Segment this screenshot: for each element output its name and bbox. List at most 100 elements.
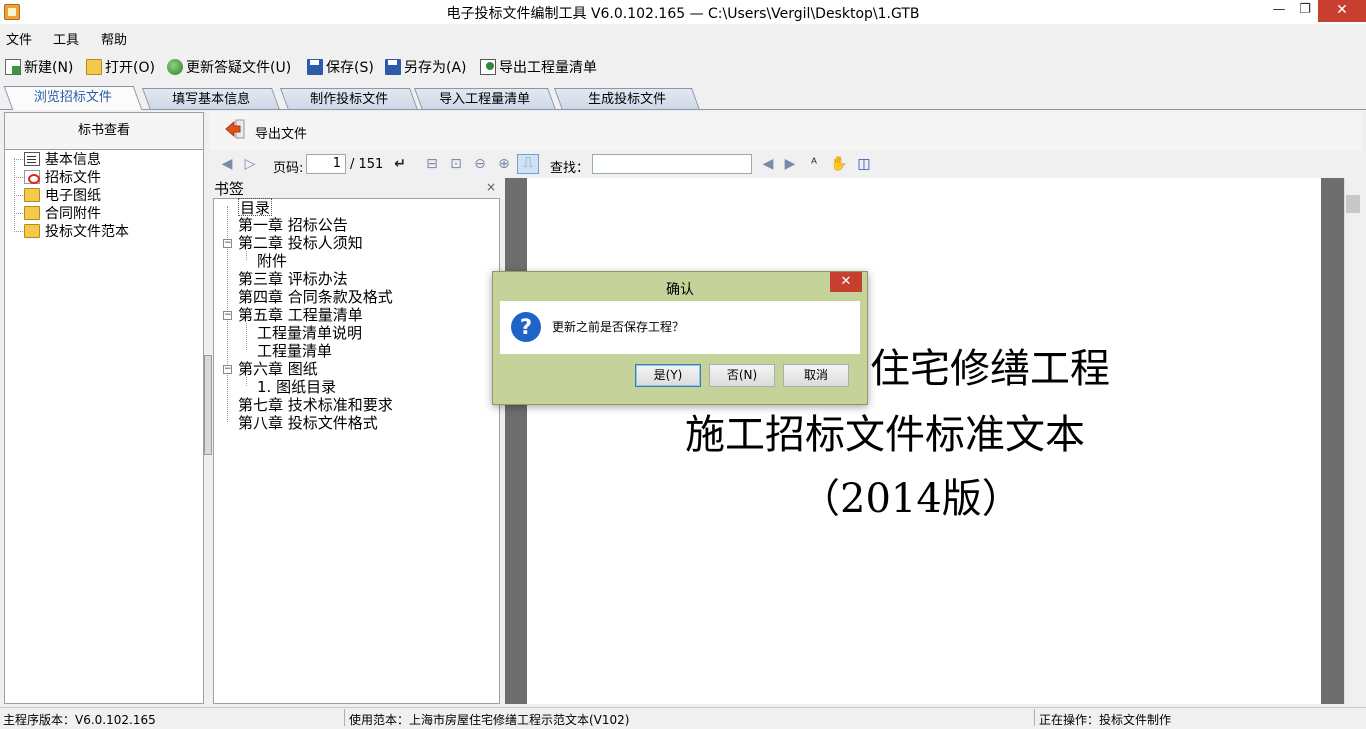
find-previous-icon[interactable]: ◀ bbox=[760, 156, 776, 172]
tab-basic-info[interactable]: 填写基本信息 bbox=[141, 88, 281, 110]
globe-refresh-icon bbox=[167, 59, 183, 75]
fit-page-icon[interactable]: ⊡ bbox=[448, 156, 464, 172]
find-input[interactable] bbox=[592, 154, 752, 174]
left-panel-header: 标书查看 bbox=[4, 112, 204, 150]
scrollbar-thumb[interactable] bbox=[1346, 195, 1360, 213]
find-label: 查找： bbox=[550, 161, 590, 176]
fit-width-icon[interactable]: ⊟ bbox=[424, 156, 440, 172]
tree-item-label: 招标文件 bbox=[45, 170, 101, 186]
split-view-icon[interactable]: ◫ bbox=[856, 156, 872, 172]
collapse-icon[interactable]: − bbox=[223, 311, 232, 320]
bookmark-item[interactable]: 第三章 评标办法 bbox=[238, 270, 348, 288]
window-title: 电子投标文件编制工具 V6.0.102.165 — C:\Users\Vergi… bbox=[446, 6, 920, 22]
bookmark-item[interactable]: 工程量清单 bbox=[257, 342, 332, 360]
bookmark-item[interactable]: 第七章 技术标准和要求 bbox=[238, 396, 393, 414]
no-button[interactable]: 否(N) bbox=[709, 364, 775, 387]
bookmark-close-button[interactable]: × bbox=[486, 180, 496, 194]
tab-generate-bid[interactable]: 生成投标文件 bbox=[553, 88, 701, 110]
dialog-close-button[interactable]: ✕ bbox=[830, 272, 862, 292]
export-file-button[interactable]: 导出文件 bbox=[255, 123, 307, 142]
maximize-button[interactable]: ❐ bbox=[1290, 0, 1320, 22]
bookmark-item[interactable]: 1. 图纸目录 bbox=[257, 378, 336, 396]
question-icon: ? bbox=[511, 312, 541, 342]
bookmark-panel-toggle-icon[interactable]: ⎍ bbox=[517, 154, 539, 174]
export-sheet-icon bbox=[480, 59, 496, 75]
close-window-button[interactable]: ✕ bbox=[1318, 0, 1366, 22]
menu-tools[interactable]: 工具 bbox=[53, 29, 79, 48]
tree-item-tender-file[interactable]: 招标文件 bbox=[24, 168, 101, 186]
menu-file[interactable]: 文件 bbox=[6, 29, 32, 48]
tree-guide bbox=[246, 323, 247, 350]
tree-guide bbox=[246, 251, 247, 260]
find-next-icon[interactable]: ▶ bbox=[782, 156, 798, 172]
save-button[interactable]: 保存(S) bbox=[307, 56, 374, 78]
save-label: 保存(S) bbox=[326, 60, 374, 76]
doc-title-line1: 屋住宅修缮工程 bbox=[830, 346, 1110, 392]
new-button[interactable]: 新建(N) bbox=[5, 56, 73, 78]
folder-icon bbox=[24, 224, 40, 238]
floppy-disk-icon bbox=[307, 59, 323, 75]
tree-guide bbox=[14, 231, 23, 232]
new-label: 新建(N) bbox=[24, 60, 74, 76]
tab-import-bill[interactable]: 导入工程量清单 bbox=[413, 88, 557, 110]
bookmark-item[interactable]: 工程量清单说明 bbox=[257, 324, 362, 342]
hand-tool-icon[interactable]: ✋ bbox=[830, 156, 847, 172]
save-as-button[interactable]: 另存为(A) bbox=[385, 56, 467, 78]
dialog-title: 确认 bbox=[666, 282, 694, 298]
update-label: 更新答疑文件(U) bbox=[186, 60, 292, 76]
doc-title-line3: （2014版） bbox=[800, 476, 1022, 522]
tree-guide bbox=[246, 377, 247, 386]
tab-label: 制作投标文件 bbox=[310, 92, 389, 107]
menu-help[interactable]: 帮助 bbox=[101, 29, 127, 48]
tree-item-label: 电子图纸 bbox=[45, 188, 101, 204]
go-to-page-icon[interactable]: ↵ bbox=[392, 156, 408, 172]
yes-button[interactable]: 是(Y) bbox=[635, 364, 701, 387]
tab-label: 填写基本信息 bbox=[172, 92, 251, 107]
menu-bar: 文件 工具 帮助 bbox=[0, 26, 1366, 48]
open-label: 打开(O) bbox=[105, 60, 155, 76]
bookmark-item[interactable]: 目录 bbox=[238, 198, 273, 217]
tree-guide bbox=[14, 177, 23, 178]
bookmark-item[interactable]: 第四章 合同条款及格式 bbox=[238, 288, 393, 306]
export-bill-button[interactable]: 导出工程量清单 bbox=[480, 56, 597, 78]
forward-arrow-icon[interactable]: ▷ bbox=[242, 156, 258, 172]
document-scrollbar[interactable] bbox=[1344, 178, 1362, 704]
tree-item-drawings[interactable]: 电子图纸 bbox=[24, 186, 101, 204]
update-qa-button[interactable]: 更新答疑文件(U) bbox=[167, 56, 291, 78]
tree-guide bbox=[14, 159, 23, 160]
status-template: 使用范本：上海市房屋住宅修缮工程示范文本(V102) bbox=[349, 713, 630, 727]
zoom-out-icon[interactable]: ⊖ bbox=[472, 156, 488, 172]
tree-item-bid-template[interactable]: 投标文件范本 bbox=[24, 222, 129, 240]
status-divider bbox=[1034, 709, 1035, 726]
tree-item-label: 基本信息 bbox=[45, 152, 101, 168]
open-button[interactable]: 打开(O) bbox=[86, 56, 155, 78]
bookmark-item[interactable]: 附件 bbox=[257, 252, 287, 270]
bookmark-header bbox=[212, 178, 500, 198]
folder-icon bbox=[24, 188, 40, 202]
text-select-icon[interactable]: ᴬ bbox=[806, 156, 822, 172]
tree-guide bbox=[14, 195, 23, 196]
bookmark-item[interactable]: 第二章 投标人须知 bbox=[238, 234, 363, 252]
page-number-input[interactable]: 1 bbox=[306, 154, 346, 174]
panel-splitter-handle[interactable] bbox=[204, 355, 212, 455]
folder-icon bbox=[24, 206, 40, 220]
cancel-button[interactable]: 取消 bbox=[783, 364, 849, 387]
main-toolbar: 新建(N) 打开(O) 更新答疑文件(U) 保存(S) 另存为(A) 导出工程量… bbox=[0, 54, 1366, 80]
bookmark-item[interactable]: 第五章 工程量清单 bbox=[238, 306, 363, 324]
tab-divider bbox=[0, 109, 1366, 110]
pdf-icon bbox=[24, 170, 40, 184]
collapse-icon[interactable]: − bbox=[223, 239, 232, 248]
back-arrow-icon[interactable]: ◀ bbox=[219, 156, 235, 172]
zoom-in-icon[interactable]: ⊕ bbox=[496, 156, 512, 172]
export-bar bbox=[210, 112, 1362, 150]
bookmark-item[interactable]: 第八章 投标文件格式 bbox=[238, 414, 378, 432]
tab-browse-tender[interactable]: 浏览招标文件 bbox=[3, 86, 143, 110]
tree-item-label: 合同附件 bbox=[45, 206, 101, 222]
tree-item-contract-attachments[interactable]: 合同附件 bbox=[24, 204, 101, 222]
bookmark-item[interactable]: 第一章 招标公告 bbox=[238, 216, 348, 234]
collapse-icon[interactable]: − bbox=[223, 365, 232, 374]
tree-item-basic-info[interactable]: 基本信息 bbox=[24, 150, 101, 168]
tab-make-bid[interactable]: 制作投标文件 bbox=[279, 88, 419, 110]
export-arrow-icon[interactable] bbox=[224, 118, 246, 140]
bookmark-item[interactable]: 第六章 图纸 bbox=[238, 360, 318, 378]
